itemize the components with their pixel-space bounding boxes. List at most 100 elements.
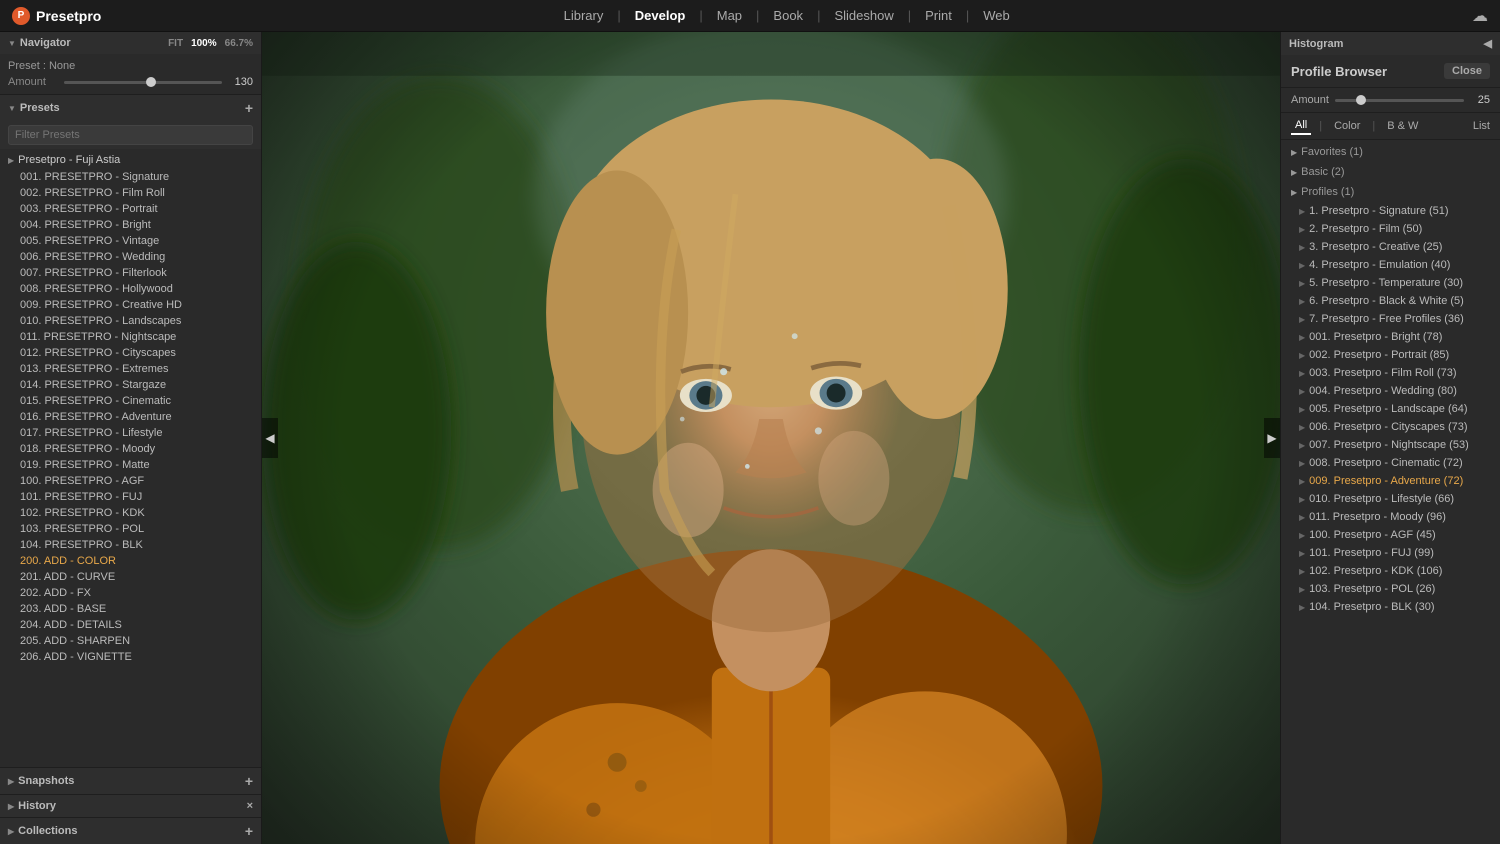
preset-item[interactable]: 010. PRESETPRO - Landscapes <box>0 313 261 329</box>
nav-print[interactable]: Print <box>911 8 966 23</box>
profile-item[interactable]: ▶010. Presetpro - Lifestyle (66) <box>1281 490 1500 508</box>
preset-item[interactable]: 205. ADD - SHARPEN <box>0 633 261 649</box>
collections-add-btn[interactable]: + <box>245 823 253 839</box>
preset-item[interactable]: 202. ADD - FX <box>0 585 261 601</box>
zoom-66[interactable]: 66.7% <box>225 38 253 49</box>
tab-bw[interactable]: B & W <box>1383 118 1422 134</box>
preset-group-fuji[interactable]: ▶ Presetpro - Fuji Astia <box>0 151 261 169</box>
photo-image <box>262 32 1280 844</box>
profile-group[interactable]: ▶Basic (2) <box>1281 162 1500 182</box>
preset-item[interactable]: 015. PRESETPRO - Cinematic <box>0 393 261 409</box>
preset-item[interactable]: 100. PRESETPRO - AGF <box>0 473 261 489</box>
preset-item[interactable]: 200. ADD - COLOR <box>0 553 261 569</box>
preset-item[interactable]: 002. PRESETPRO - Film Roll <box>0 185 261 201</box>
profile-item[interactable]: ▶104. Presetpro - BLK (30) <box>1281 598 1500 616</box>
preset-item[interactable]: 004. PRESETPRO - Bright <box>0 217 261 233</box>
collections-panel[interactable]: ▶ Collections + <box>0 817 261 844</box>
profile-item[interactable]: ▶7. Presetpro - Free Profiles (36) <box>1281 310 1500 328</box>
search-input[interactable] <box>8 125 253 145</box>
preset-item[interactable]: 005. PRESETPRO - Vintage <box>0 233 261 249</box>
app-logo: P Presetpro <box>12 7 101 25</box>
profile-item[interactable]: ▶6. Presetpro - Black & White (5) <box>1281 292 1500 310</box>
navigator-label: Navigator <box>20 37 71 49</box>
nav-develop[interactable]: Develop <box>621 8 700 23</box>
histogram-header[interactable]: Histogram ◀ <box>1281 32 1500 55</box>
preset-item[interactable]: 104. PRESETPRO - BLK <box>0 537 261 553</box>
nav-right: ☁ <box>1472 6 1488 26</box>
preset-item[interactable]: 014. PRESETPRO - Stargaze <box>0 377 261 393</box>
preset-item[interactable]: 016. PRESETPRO - Adventure <box>0 409 261 425</box>
snapshots-add-btn[interactable]: + <box>245 773 253 789</box>
preset-item[interactable]: 011. PRESETPRO - Nightscape <box>0 329 261 345</box>
preset-item[interactable]: 006. PRESETPRO - Wedding <box>0 249 261 265</box>
profile-item[interactable]: ▶011. Presetpro - Moody (96) <box>1281 508 1500 526</box>
preset-item[interactable]: 003. PRESETPRO - Portrait <box>0 201 261 217</box>
preset-item[interactable]: 007. PRESETPRO - Filterlook <box>0 265 261 281</box>
profile-browser-title: Profile Browser <box>1291 64 1387 79</box>
preset-item[interactable]: 101. PRESETPRO - FUJ <box>0 489 261 505</box>
preset-item[interactable]: 008. PRESETPRO - Hollywood <box>0 281 261 297</box>
profile-item[interactable]: ▶009. Presetpro - Adventure (72) <box>1281 472 1500 490</box>
history-close-btn[interactable]: × <box>247 800 253 812</box>
profile-item[interactable]: ▶101. Presetpro - FUJ (99) <box>1281 544 1500 562</box>
amount-slider[interactable] <box>64 81 222 84</box>
profile-group[interactable]: ▶Favorites (1) <box>1281 142 1500 162</box>
tab-all[interactable]: All <box>1291 117 1311 135</box>
presets-add-btn[interactable]: + <box>245 100 253 116</box>
preset-item[interactable]: 001. PRESETPRO - Signature <box>0 169 261 185</box>
profile-item[interactable]: ▶005. Presetpro - Landscape (64) <box>1281 400 1500 418</box>
profile-item[interactable]: ▶006. Presetpro - Cityscapes (73) <box>1281 418 1500 436</box>
profile-item[interactable]: ▶103. Presetpro - POL (26) <box>1281 580 1500 598</box>
presets-triangle: ▼ <box>8 104 16 113</box>
tab-color[interactable]: Color <box>1330 118 1364 134</box>
profile-item[interactable]: ▶4. Presetpro - Emulation (40) <box>1281 256 1500 274</box>
presets-header[interactable]: ▼ Presets + <box>0 95 261 121</box>
profile-item[interactable]: ▶002. Presetpro - Portrait (85) <box>1281 346 1500 364</box>
nav-map[interactable]: Map <box>703 8 756 23</box>
preset-item[interactable]: 017. PRESETPRO - Lifestyle <box>0 425 261 441</box>
profile-list-btn[interactable]: List <box>1473 120 1490 132</box>
preset-item[interactable]: 102. PRESETPRO - KDK <box>0 505 261 521</box>
logo-icon: P <box>12 7 30 25</box>
profile-amount-slider[interactable] <box>1335 99 1464 102</box>
preset-item[interactable]: 009. PRESETPRO - Creative HD <box>0 297 261 313</box>
profile-item[interactable]: ▶007. Presetpro - Nightscape (53) <box>1281 436 1500 454</box>
preset-item[interactable]: 103. PRESETPRO - POL <box>0 521 261 537</box>
snapshots-label: Snapshots <box>18 775 74 787</box>
profile-item[interactable]: ▶004. Presetpro - Wedding (80) <box>1281 382 1500 400</box>
profile-item[interactable]: ▶100. Presetpro - AGF (45) <box>1281 526 1500 544</box>
nav-slideshow[interactable]: Slideshow <box>820 8 907 23</box>
history-panel[interactable]: ▶ History × <box>0 794 261 817</box>
profile-item[interactable]: ▶102. Presetpro - KDK (106) <box>1281 562 1500 580</box>
navigator-header[interactable]: ▼ Navigator FIT 100% 66.7% <box>0 32 261 54</box>
profile-item[interactable]: ▶001. Presetpro - Bright (78) <box>1281 328 1500 346</box>
preset-item[interactable]: 012. PRESETPRO - Cityscapes <box>0 345 261 361</box>
profile-item[interactable]: ▶5. Presetpro - Temperature (30) <box>1281 274 1500 292</box>
nav-web[interactable]: Web <box>969 8 1024 23</box>
profile-item[interactable]: ▶2. Presetpro - Film (50) <box>1281 220 1500 238</box>
preset-item[interactable]: 206. ADD - VIGNETTE <box>0 649 261 665</box>
preset-item[interactable]: 204. ADD - DETAILS <box>0 617 261 633</box>
amount-label: Amount <box>8 76 58 88</box>
prev-arrow[interactable]: ◀ <box>262 418 278 458</box>
profile-item[interactable]: ▶008. Presetpro - Cinematic (72) <box>1281 454 1500 472</box>
nav-library[interactable]: Library <box>550 8 618 23</box>
profile-browser-close[interactable]: Close <box>1444 63 1490 79</box>
profile-item[interactable]: ▶003. Presetpro - Film Roll (73) <box>1281 364 1500 382</box>
next-arrow[interactable]: ▶ <box>1264 418 1280 458</box>
zoom-fit[interactable]: FIT <box>168 38 183 49</box>
preset-item[interactable]: 019. PRESETPRO - Matte <box>0 457 261 473</box>
preset-item[interactable]: 018. PRESETPRO - Moody <box>0 441 261 457</box>
preset-item[interactable]: 203. ADD - BASE <box>0 601 261 617</box>
presets-label: Presets <box>20 102 60 114</box>
snapshots-panel[interactable]: ▶ Snapshots + <box>0 767 261 794</box>
preset-item[interactable]: 201. ADD - CURVE <box>0 569 261 585</box>
zoom-100[interactable]: 100% <box>191 38 217 49</box>
nav-book[interactable]: Book <box>759 8 817 23</box>
profile-item[interactable]: ▶1. Presetpro - Signature (51) <box>1281 202 1500 220</box>
cloud-icon[interactable]: ☁ <box>1472 6 1488 26</box>
profile-group[interactable]: ▶Profiles (1) <box>1281 182 1500 202</box>
histogram-collapse-icon[interactable]: ◀ <box>1484 37 1492 50</box>
preset-item[interactable]: 013. PRESETPRO - Extremes <box>0 361 261 377</box>
profile-item[interactable]: ▶3. Presetpro - Creative (25) <box>1281 238 1500 256</box>
